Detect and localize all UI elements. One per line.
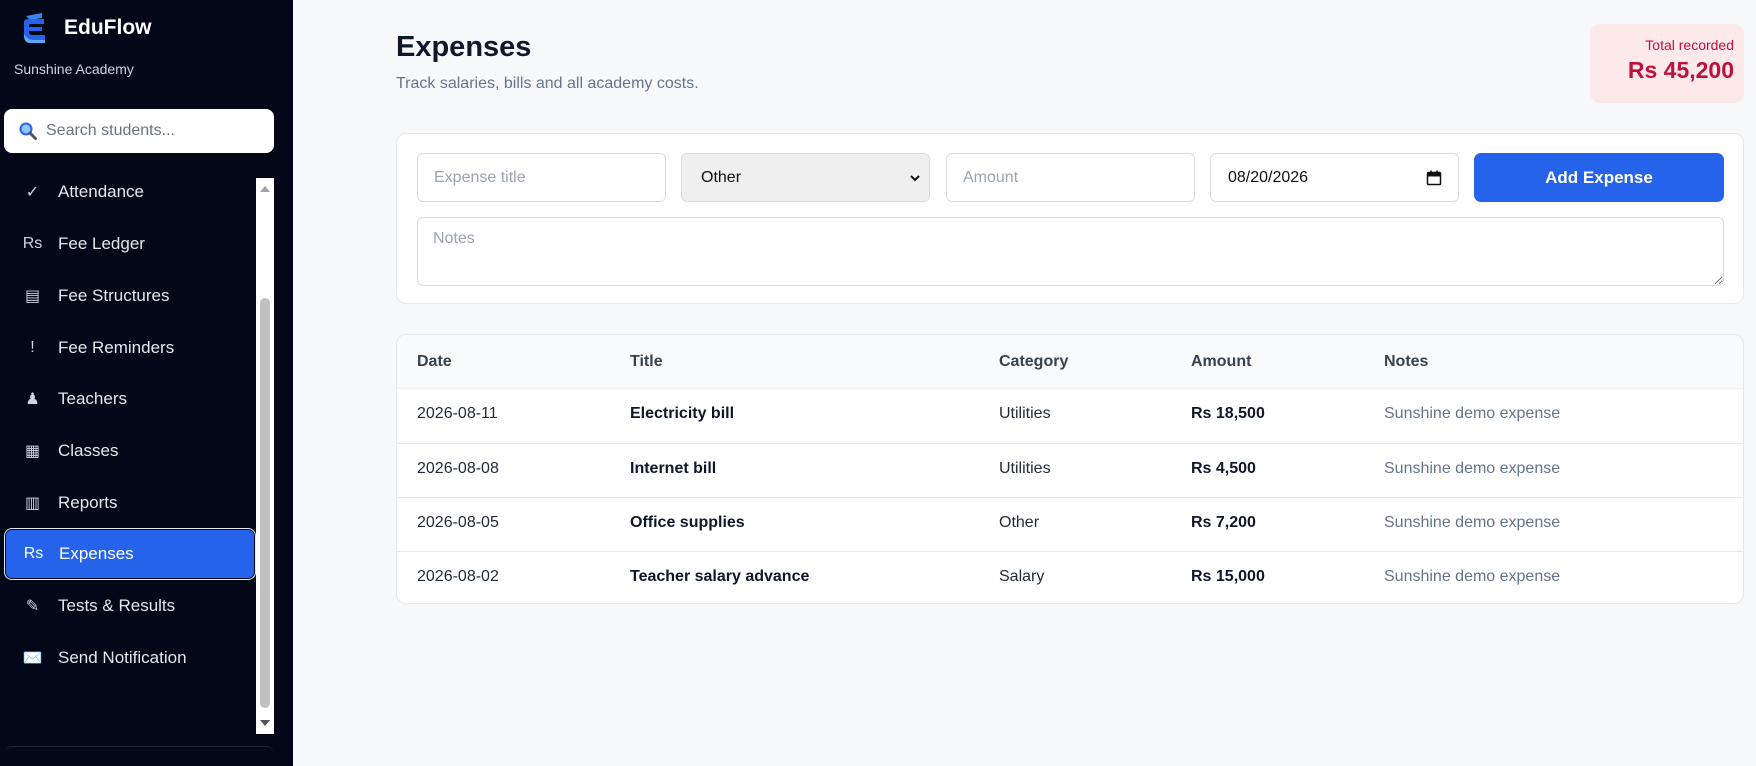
cell-title: Electricity bill (630, 405, 735, 422)
page-subtitle: Track salaries, bills and all academy co… (396, 75, 699, 92)
date-input[interactable]: 08/20/2026 (1210, 153, 1459, 202)
scroll-up-icon[interactable] (260, 186, 270, 192)
sidebar-scrollbar[interactable] (256, 178, 274, 734)
sidebar-footer (4, 746, 274, 766)
total-recorded-value: Rs 45,200 (1627, 57, 1734, 83)
sidebar-item-label: Expenses (59, 544, 134, 563)
academy-name: Sunshine Academy (14, 61, 134, 77)
cell-date: 2026-08-08 (417, 460, 499, 477)
table-row: 2026-08-08 Internet bill Utilities Rs 4,500… (397, 443, 1743, 497)
exclamation-icon: ! (30, 339, 35, 356)
sidebar-item-teachers[interactable]: ♟ Teachers (4, 373, 256, 425)
total-recorded-card: Total recorded Rs 45,200 (1590, 24, 1744, 103)
cell-date: 2026-08-11 (417, 405, 498, 422)
sidebar-item-label: Fee Ledger (58, 234, 145, 253)
rupee-icon: Rs (23, 545, 44, 562)
calendar-icon[interactable] (1426, 170, 1442, 186)
sidebar-item-label: Teachers (58, 389, 127, 408)
cell-amount: Rs 7,200 (1191, 514, 1256, 531)
sidebar-item-fee-reminders[interactable]: ! Fee Reminders (4, 322, 256, 374)
sidebar-item-label: Fee Reminders (58, 338, 175, 357)
sidebar-item-expenses[interactable]: Rs Expenses (4, 528, 256, 580)
date-input-value: 08/20/2026 (1228, 168, 1309, 186)
eduflow-logo-icon (24, 13, 45, 43)
sidebar-nav: ✓ Attendance Rs Fee Ledger ▤ Fee Structures! F… (0, 178, 260, 734)
column-header-title: Title (630, 353, 663, 370)
sidebar-item-fee-ledger[interactable]: Rs Fee Ledger (4, 218, 256, 270)
sidebar-item-tests-results[interactable]: ✎ Tests & Results (4, 580, 256, 632)
column-header-date: Date (417, 353, 452, 370)
list-icon: ▤ (24, 288, 41, 305)
column-header-notes: Notes (1384, 353, 1429, 370)
category-select-value: Other (701, 168, 742, 186)
cell-amount: Rs 4,500 (1191, 460, 1256, 477)
grid-icon: ▦ (24, 443, 41, 460)
category-select[interactable]: Other (681, 153, 930, 202)
amount-input[interactable] (946, 153, 1195, 202)
cell-amount: Rs 18,500 (1191, 405, 1265, 422)
cell-date: 2026-08-05 (417, 514, 499, 531)
cell-category: Salary (999, 568, 1045, 585)
search-input[interactable] (46, 122, 266, 140)
cell-title: Internet bill (630, 460, 717, 477)
expenses-table: Date Title Category Amount Notes 2026-08… (396, 334, 1744, 604)
expense-title-input[interactable] (417, 153, 666, 202)
cell-date: 2026-08-02 (417, 568, 499, 585)
table-row: 2026-08-11 Electricity bill Utilities Rs 18… (397, 389, 1743, 443)
column-header-category: Category (999, 353, 1069, 370)
add-expense-button[interactable]: Add Expense (1474, 153, 1724, 202)
cell-category: Utilities (999, 405, 1051, 422)
notes-textarea[interactable] (417, 217, 1724, 286)
column-header-amount: Amount (1191, 353, 1252, 370)
cell-title: Office supplies (630, 514, 745, 531)
sidebar-item-fee-structures[interactable]: ▤ Fee Structures (4, 270, 256, 322)
expense-form: Other 08/20/2026 Add Expense (396, 133, 1744, 304)
brand[interactable]: EduFlow (20, 12, 152, 44)
sidebar-item-label: Fee Structures (58, 286, 170, 305)
sidebar-item-reports[interactable]: ▥ Reports (4, 477, 256, 529)
cell-amount: Rs 15,000 (1191, 568, 1265, 585)
pencil-icon: ✎ (25, 598, 40, 615)
page-title: Expenses (396, 31, 532, 63)
cell-notes: Sunshine demo expense (1384, 405, 1561, 422)
cell-title: Teacher salary advance (630, 568, 810, 585)
total-recorded-label: Total recorded (1645, 37, 1734, 53)
sidebar-item-label: Send Notification (58, 648, 187, 667)
reports-icon: ▥ (24, 495, 41, 512)
check-icon: ✓ (25, 184, 40, 201)
chevron-down-icon (910, 174, 920, 181)
scrollbar-thumb[interactable] (260, 298, 270, 708)
sidebar-item-classes[interactable]: ▦ Classes (4, 425, 256, 477)
sidebar-item-label: Reports (58, 493, 118, 512)
search-box[interactable] (4, 109, 274, 153)
rupee-icon: Rs (22, 235, 43, 252)
sidebar-item-send-notification[interactable]: ✉️ Send Notification (4, 632, 256, 684)
table-row: 2026-08-02 Teacher salary advance Salary Rs… (397, 551, 1743, 603)
table-row: 2026-08-05 Office supplies Other Rs 7,200 Su… (397, 497, 1743, 551)
sidebar-item-label: Tests & Results (58, 596, 176, 615)
table-header: Date Title Category Amount Notes (397, 335, 1743, 389)
cell-category: Other (999, 514, 1040, 531)
cell-notes: Sunshine demo expense (1384, 514, 1561, 531)
teacher-icon: ♟ (25, 391, 40, 408)
sidebar-item-attendance[interactable]: ✓ Attendance (4, 178, 256, 218)
cell-notes: Sunshine demo expense (1384, 460, 1561, 477)
sidebar: EduFlow Sunshine Academy ✓ Attendance Rs Fe… (0, 0, 293, 766)
cell-category: Utilities (999, 460, 1051, 477)
search-icon (19, 122, 37, 140)
cell-notes: Sunshine demo expense (1384, 568, 1561, 585)
mail-icon: ✉️ (22, 650, 43, 667)
sidebar-item-label: Attendance (58, 182, 145, 201)
scroll-down-icon[interactable] (260, 720, 270, 726)
sidebar-item-label: Classes (58, 441, 119, 460)
app-name: EduFlow (64, 16, 152, 39)
